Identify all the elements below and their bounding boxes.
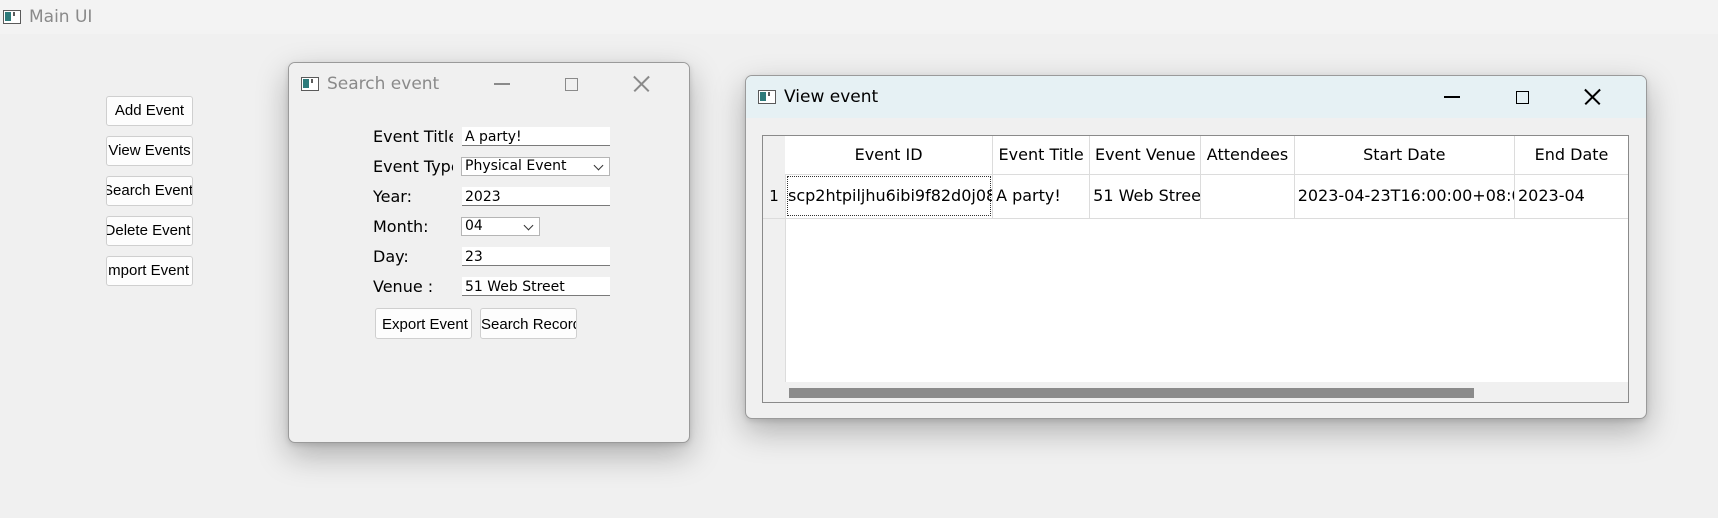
table-header-row: Event ID Event Title Event Venue Attende… bbox=[785, 136, 1628, 175]
view-window-title: View event bbox=[784, 87, 879, 107]
search-record-button[interactable]: Search Record bbox=[480, 308, 577, 339]
import-event-button[interactable]: Import Event bbox=[106, 256, 193, 286]
search-window-title: Search event bbox=[327, 74, 440, 94]
close-icon[interactable] bbox=[611, 63, 671, 105]
event-title-input[interactable] bbox=[462, 127, 610, 146]
month-select[interactable]: 04 bbox=[461, 217, 540, 236]
add-event-button[interactable]: Add Event bbox=[106, 96, 193, 126]
event-type-label: Event Type bbox=[373, 157, 453, 176]
main-titlebar: Main UI bbox=[0, 0, 1718, 34]
year-input[interactable] bbox=[462, 187, 610, 206]
table-cell[interactable]: 2023-04-23T16:00:00+08:00 bbox=[1295, 174, 1515, 218]
table-cell[interactable]: 2023-04 bbox=[1515, 174, 1628, 218]
table-row[interactable]: scp2htpiljhu6ibi9f82d0j08s A party! 51 W… bbox=[785, 174, 1628, 219]
month-label: Month: bbox=[373, 217, 429, 236]
minimize-icon[interactable] bbox=[472, 63, 532, 105]
app-icon bbox=[758, 90, 776, 104]
chevron-down-icon bbox=[593, 160, 604, 171]
delete-event-button[interactable]: Delete Event bbox=[106, 216, 193, 246]
app-icon bbox=[301, 77, 319, 91]
maximize-icon[interactable] bbox=[541, 63, 601, 105]
search-event-button[interactable]: Search Event bbox=[106, 176, 193, 206]
table-cell[interactable]: 51 Web Street bbox=[1090, 174, 1202, 218]
app-icon bbox=[3, 10, 21, 24]
table-cell[interactable]: scp2htpiljhu6ibi9f82d0j08s bbox=[785, 174, 994, 218]
table-cell[interactable]: A party! bbox=[993, 174, 1091, 218]
venue-input[interactable] bbox=[462, 277, 610, 296]
scrollbar-thumb[interactable] bbox=[789, 388, 1474, 398]
column-header[interactable]: Event ID bbox=[785, 136, 994, 174]
view-window-titlebar[interactable]: View event bbox=[746, 76, 1646, 118]
chevron-down-icon bbox=[523, 220, 534, 231]
event-type-value: Physical Event bbox=[465, 158, 567, 174]
table-cell[interactable] bbox=[1201, 174, 1295, 218]
event-title-label: Event Title bbox=[373, 127, 453, 146]
main-window-title: Main UI bbox=[29, 7, 93, 27]
month-value: 04 bbox=[465, 218, 483, 234]
view-event-window: View event Event ID Event Title Event Ve… bbox=[745, 75, 1647, 419]
export-event-button[interactable]: Export Event bbox=[375, 308, 472, 339]
day-label: Day: bbox=[373, 247, 409, 266]
column-header[interactable]: Event Venue bbox=[1090, 136, 1202, 174]
column-header[interactable]: Start Date bbox=[1295, 136, 1516, 174]
search-event-window: Search event Event Title Event Type Phys… bbox=[288, 62, 690, 443]
close-icon[interactable] bbox=[1562, 76, 1622, 118]
search-window-titlebar[interactable]: Search event bbox=[289, 63, 689, 105]
year-label: Year: bbox=[373, 187, 412, 206]
day-input[interactable] bbox=[462, 247, 610, 266]
column-header[interactable]: Attendees bbox=[1201, 136, 1295, 174]
column-header[interactable]: Event Title bbox=[993, 136, 1091, 174]
row-number[interactable]: 1 bbox=[763, 174, 785, 219]
horizontal-scrollbar[interactable] bbox=[785, 382, 1628, 402]
minimize-icon[interactable] bbox=[1422, 76, 1482, 118]
view-events-button[interactable]: View Events bbox=[106, 136, 193, 166]
column-header[interactable]: End Date bbox=[1515, 136, 1628, 174]
maximize-icon[interactable] bbox=[1492, 76, 1552, 118]
events-table: Event ID Event Title Event Venue Attende… bbox=[762, 135, 1629, 403]
event-type-select[interactable]: Physical Event bbox=[461, 157, 610, 176]
venue-label: Venue : bbox=[373, 277, 434, 296]
